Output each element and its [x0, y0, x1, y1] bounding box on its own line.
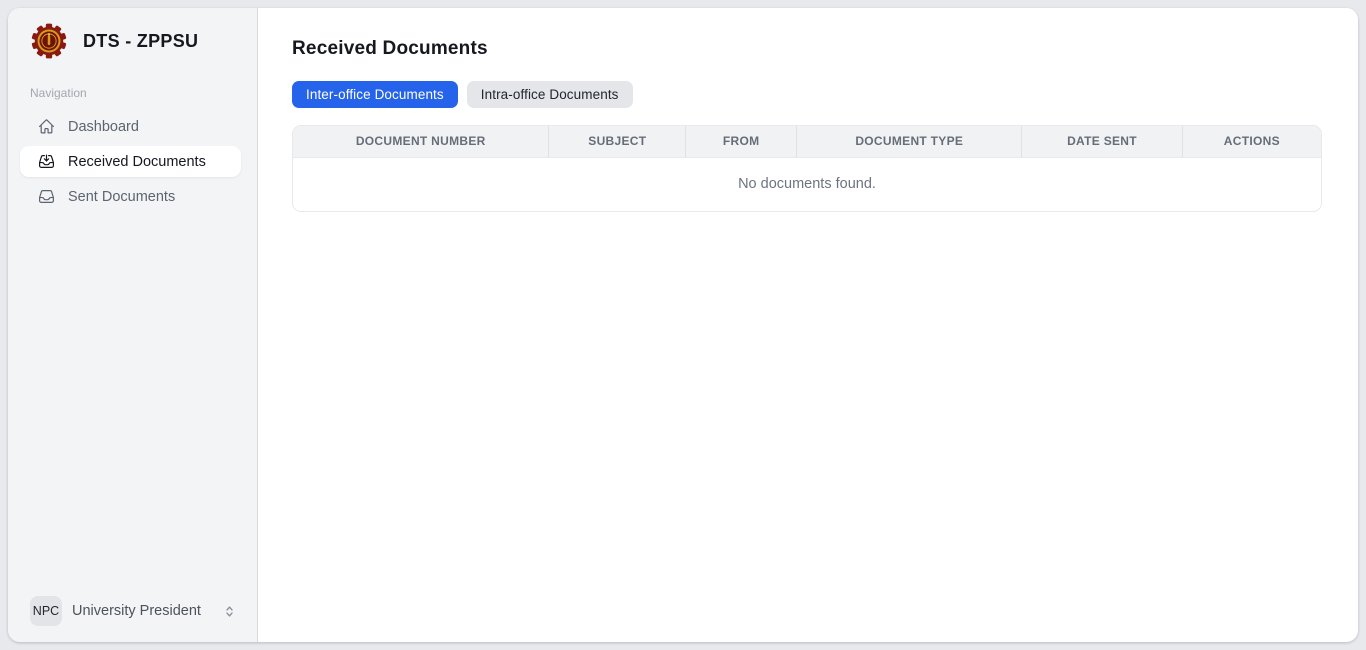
documents-table-card: DOCUMENT NUMBER SUBJECT FROM DOCUMENT TY…: [292, 125, 1322, 212]
document-scope-tabs: Inter-office Documents Intra-office Docu…: [292, 81, 1322, 108]
tab-intra-office-documents[interactable]: Intra-office Documents: [467, 81, 633, 108]
sidebar-item-label: Sent Documents: [68, 189, 175, 205]
page-title: Received Documents: [292, 38, 1322, 60]
inbox-icon: [38, 188, 55, 205]
brand: DTS - ZPPSU: [8, 8, 257, 68]
sidebar-item-label: Dashboard: [68, 119, 139, 135]
table-header-row: DOCUMENT NUMBER SUBJECT FROM DOCUMENT TY…: [293, 126, 1321, 157]
column-header-subject: SUBJECT: [549, 126, 686, 157]
empty-state-message: No documents found.: [293, 157, 1321, 211]
brand-title: DTS - ZPPSU: [83, 31, 198, 52]
sidebar-item-sent-documents[interactable]: Sent Documents: [20, 181, 241, 212]
sidebar-nav: Dashboard Received Documents Sent Docume…: [8, 111, 257, 212]
home-icon: [38, 118, 55, 135]
sidebar-item-label: Received Documents: [68, 154, 206, 170]
column-header-document-number: DOCUMENT NUMBER: [293, 126, 549, 157]
empty-state-row: No documents found.: [293, 157, 1321, 211]
column-header-document-type: DOCUMENT TYPE: [797, 126, 1022, 157]
sidebar-item-dashboard[interactable]: Dashboard: [20, 111, 241, 142]
chevron-up-down-icon: [222, 604, 237, 619]
app-window: DTS - ZPPSU Navigation Dashboard Receive: [8, 8, 1358, 642]
column-header-actions: ACTIONS: [1182, 126, 1321, 157]
tab-inter-office-documents[interactable]: Inter-office Documents: [292, 81, 458, 108]
column-header-date-sent: DATE SENT: [1022, 126, 1182, 157]
documents-table: DOCUMENT NUMBER SUBJECT FROM DOCUMENT TY…: [293, 126, 1321, 211]
university-seal-logo-icon: [30, 22, 68, 60]
nav-section-label: Navigation: [8, 68, 257, 111]
inbox-arrow-down-icon: [38, 153, 55, 170]
avatar: NPC: [30, 596, 62, 626]
user-role-label: University President: [72, 603, 212, 619]
main-content: Received Documents Inter-office Document…: [258, 8, 1358, 642]
user-switcher[interactable]: NPC University President: [8, 582, 257, 642]
sidebar: DTS - ZPPSU Navigation Dashboard Receive: [8, 8, 258, 642]
sidebar-item-received-documents[interactable]: Received Documents: [20, 146, 241, 177]
column-header-from: FROM: [686, 126, 797, 157]
